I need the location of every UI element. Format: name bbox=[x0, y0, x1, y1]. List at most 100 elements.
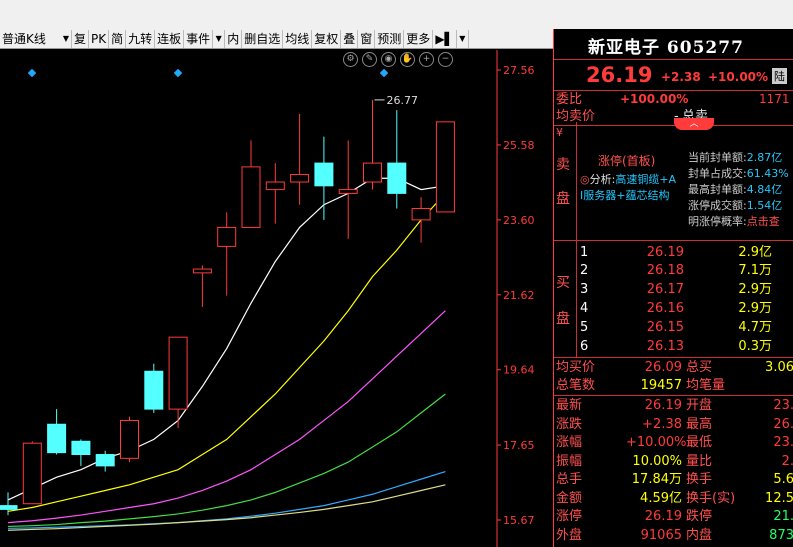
candle-body bbox=[241, 166, 261, 228]
candle-body bbox=[411, 208, 431, 221]
candle-body bbox=[47, 423, 67, 454]
avg-buy-row: 均买价 26.09 总买 3.06 bbox=[556, 360, 793, 375]
seal-info-row: 封单占成交:61.43% bbox=[688, 167, 789, 180]
yuan-glyph: ¥ bbox=[556, 126, 563, 139]
buy-level-row[interactable]: 1 26.19 2.9亿 bbox=[554, 244, 793, 261]
collapse-up-icon[interactable]: ︿ bbox=[674, 118, 714, 130]
stats-v1: +2.38 bbox=[642, 416, 682, 432]
toolbar-btn-jian[interactable]: 简 bbox=[109, 29, 127, 48]
sell-side-label: 卖盘 bbox=[556, 157, 570, 207]
period-label: 普通K线 bbox=[2, 31, 46, 46]
candle-body bbox=[338, 189, 358, 194]
chart-toolbar: 普通K线 ▼ 复 PK 简 九转 连板 事件 ▼ 内 删自选 均线 复权 叠 窗… bbox=[0, 29, 553, 49]
stock-code: 605277 bbox=[666, 38, 744, 58]
candle-body bbox=[144, 370, 164, 410]
stats-k2: 最低 bbox=[686, 435, 713, 450]
price-change-pct: +10.00% bbox=[708, 70, 769, 84]
toolbar-btn-remove-watchlist[interactable]: 删自选 bbox=[242, 29, 284, 48]
stats-v2: 2. bbox=[781, 453, 793, 469]
toolbar-btn-jiuzhuan[interactable]: 九转 bbox=[126, 29, 156, 48]
stats-row: 外盘 91065 内盘 873 bbox=[554, 527, 793, 544]
events-dropdown-icon[interactable]: ▼ bbox=[213, 29, 226, 48]
toolbar-btn-ma[interactable]: 均线 bbox=[283, 29, 313, 48]
visibility-icon[interactable]: ◉ bbox=[381, 52, 396, 67]
stats-v1: 26.19 bbox=[644, 398, 682, 413]
stock-name: 新亚电子 bbox=[588, 38, 660, 58]
kline-svg: 27.56 25.58 23.60 21.62 19.64 17.65 15.67 26.77 bbox=[0, 50, 535, 547]
toolbar-btn-predict[interactable]: 预测 bbox=[375, 29, 405, 48]
bulb-icon: ◎ bbox=[580, 173, 590, 186]
toolbar-btn-overlay[interactable]: 叠 bbox=[341, 29, 359, 48]
toolbar-btn-fu[interactable]: 复 bbox=[72, 29, 90, 48]
seal-info: 当前封单额:2.87亿 封单占成交:61.43% 最高封单额:4.84亿 涨停成… bbox=[688, 150, 789, 230]
collapse-panel-icon[interactable]: ▶▌ bbox=[433, 29, 457, 48]
toolbar-menu-icon[interactable]: ▼ bbox=[457, 29, 469, 48]
order-ratio-label: 委比 bbox=[556, 92, 583, 107]
toolbar-btn-window[interactable]: 窗 bbox=[358, 29, 376, 48]
seal-info-row[interactable]: 明涨停概率:点击查 bbox=[688, 214, 789, 230]
avg-buy-value: 26.09 bbox=[644, 360, 682, 375]
settings-icon[interactable]: ⚙ bbox=[343, 52, 358, 67]
buy-book: 买盘 1 26.19 2.9亿 2 26.18 7.1万 3 26.17 2.9万 4 26.… bbox=[554, 241, 793, 357]
candle-body bbox=[363, 162, 382, 183]
toolbar-btn-nei[interactable]: 内 bbox=[225, 29, 243, 48]
stats-v1: 4.59亿 bbox=[640, 490, 682, 506]
seal-info-row: 涨停成交额:1.54亿 bbox=[688, 199, 783, 212]
kline-chart[interactable]: 27.56 25.58 23.60 21.62 19.64 17.65 15.67 26.77… bbox=[0, 50, 553, 547]
y-tick-label: 17.65 bbox=[503, 439, 535, 452]
sell-book: ¥ 卖盘 ︿ 涨停(首板) ◎分析:高速铜缆+A I服务器+蕴芯结构 当前封单额… bbox=[554, 118, 793, 240]
divider bbox=[576, 122, 577, 240]
buy-level-row[interactable]: 3 26.17 2.9万 bbox=[554, 281, 793, 298]
analysis-block[interactable]: ◎分析:高速铜缆+A I服务器+蕴芯结构 bbox=[580, 172, 692, 204]
high-price-label: 26.77 bbox=[387, 94, 419, 107]
stats-v2: 21. bbox=[773, 509, 793, 524]
candle-body bbox=[265, 181, 285, 191]
toolbar-btn-fuquan[interactable]: 复权 bbox=[312, 29, 342, 48]
zoom-in-icon[interactable]: + bbox=[419, 52, 434, 67]
analysis-label: 分析: bbox=[589, 173, 616, 186]
stats-row: 总手 17.84万 换手 5.6 bbox=[554, 471, 793, 488]
toolbar-btn-shijian[interactable]: 事件 bbox=[184, 29, 214, 48]
candle-body bbox=[95, 454, 115, 467]
zoom-out-icon[interactable]: − bbox=[438, 52, 453, 67]
stats-v1: 26.19 bbox=[644, 509, 682, 524]
price-line: 26.19 +2.38 +10.00% 陆 bbox=[554, 63, 793, 89]
candle-body bbox=[168, 336, 188, 410]
ma-line-ma30 bbox=[7, 393, 446, 528]
toolbar-btn-lianban[interactable]: 连板 bbox=[155, 29, 185, 48]
stats-k1: 涨停 bbox=[556, 509, 583, 524]
trades-row: 总笔数 19457 均笔量 bbox=[556, 378, 726, 393]
candle-body bbox=[22, 442, 42, 505]
buy-level-row[interactable]: 4 26.16 2.9万 bbox=[554, 300, 793, 317]
stats-v1: +10.00% bbox=[626, 435, 687, 450]
y-tick-label: 25.58 bbox=[503, 139, 535, 152]
event-marker bbox=[173, 68, 183, 78]
stats-k2: 换手 bbox=[686, 472, 713, 487]
last-price: 26.19 bbox=[586, 63, 653, 87]
market-badge: 陆 bbox=[772, 68, 787, 84]
hand-icon[interactable]: ✋ bbox=[400, 52, 415, 67]
stats-k2: 量比 bbox=[686, 453, 713, 469]
stats-k1: 总手 bbox=[556, 472, 583, 487]
stats-k1: 涨幅 bbox=[556, 435, 583, 450]
draw-icon[interactable]: ✎ bbox=[362, 52, 377, 67]
toolbar-btn-more[interactable]: 更多 bbox=[404, 29, 434, 48]
price-change: +2.38 bbox=[661, 70, 701, 84]
order-diff-value: 1171 bbox=[759, 92, 790, 106]
buy-level-row[interactable]: 5 26.15 4.7万 bbox=[554, 319, 793, 336]
toolbar-btn-pk[interactable]: PK bbox=[89, 29, 110, 48]
stats-k2: 最高 bbox=[686, 416, 713, 432]
buy-level-row[interactable]: 6 26.13 0.3万 bbox=[554, 338, 793, 355]
candle-body bbox=[435, 121, 455, 213]
chevron-down-icon: ▼ bbox=[62, 33, 69, 43]
chart-controls: ⚙ ✎ ◉ ✋ + − bbox=[343, 52, 453, 67]
stats-k2: 跌停 bbox=[686, 509, 713, 524]
period-select[interactable]: 普通K线 ▼ bbox=[0, 29, 72, 48]
stock-title: 新亚电子 605277 bbox=[588, 33, 744, 58]
buy-level-row[interactable]: 2 26.18 7.1万 bbox=[554, 262, 793, 279]
stats-row: 振幅 10.00% 量比 2. bbox=[554, 453, 793, 470]
candle-body bbox=[314, 162, 334, 187]
stats-row: 最新 26.19 开盘 23. bbox=[554, 397, 793, 414]
candle-body bbox=[120, 419, 139, 459]
stats-row: 涨幅 +10.00% 最低 23. bbox=[554, 434, 793, 451]
